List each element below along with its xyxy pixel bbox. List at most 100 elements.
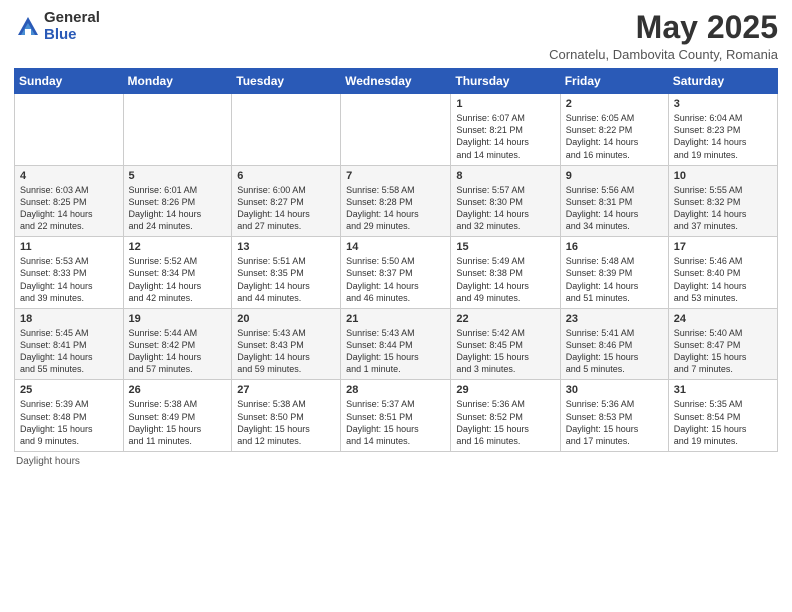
day-info: Sunrise: 5:56 AM Sunset: 8:31 PM Dayligh… — [566, 184, 663, 233]
calendar-cell: 31Sunrise: 5:35 AM Sunset: 8:54 PM Dayli… — [668, 380, 777, 452]
calendar-cell: 2Sunrise: 6:05 AM Sunset: 8:22 PM Daylig… — [560, 94, 668, 166]
day-number: 3 — [674, 98, 772, 110]
footer: Daylight hours — [14, 456, 778, 467]
weekday-header-monday: Monday — [123, 69, 232, 94]
day-info: Sunrise: 5:53 AM Sunset: 8:33 PM Dayligh… — [20, 255, 118, 304]
day-number: 10 — [674, 170, 772, 182]
day-number: 6 — [237, 170, 335, 182]
day-number: 5 — [129, 170, 227, 182]
calendar-cell: 30 Sunrise: 5:36 AM Sunset: 8:53 PM Dayli… — [560, 380, 668, 452]
day-info: Sunrise: 6:04 AM Sunset: 8:23 PM Dayligh… — [674, 112, 772, 161]
day-number: 12 — [129, 241, 227, 253]
day-number: 26 — [129, 384, 227, 396]
calendar-cell: 12 Sunrise: 5:52 AM Sunset: 8:34 PM Dayli… — [123, 237, 232, 309]
weekday-header-thursday: Thursday — [451, 69, 560, 94]
weekday-header-row: SundayMondayTuesdayWednesdayThursdayFrid… — [15, 69, 778, 94]
calendar-cell: 4Sunrise: 6:03 AM Sunset: 8:25 PM Daylig… — [15, 165, 124, 237]
calendar-cell: 7 Sunrise: 5:58 AM Sunset: 8:28 PM Daylig… — [341, 165, 451, 237]
calendar-cell: 24 Sunrise: 5:40 AM Sunset: 8:47 PM Dayli… — [668, 308, 777, 380]
calendar: SundayMondayTuesdayWednesdayThursdayFrid… — [14, 68, 778, 452]
calendar-cell: 23 Sunrise: 5:41 AM Sunset: 8:46 PM Dayli… — [560, 308, 668, 380]
day-number: 21 — [346, 313, 445, 325]
calendar-cell: 8Sunrise: 5:57 AM Sunset: 8:30 PM Daylig… — [451, 165, 560, 237]
day-info: Sunrise: 5:36 AM Sunset: 8:53 PM Dayligh… — [566, 398, 663, 447]
day-info: Sunrise: 5:35 AM Sunset: 8:54 PM Dayligh… — [674, 398, 772, 447]
logo-blue: Blue — [44, 27, 100, 44]
logo-icon — [14, 13, 42, 41]
calendar-cell: 16Sunrise: 5:48 AM Sunset: 8:39 PM Dayli… — [560, 237, 668, 309]
calendar-cell: 20 Sunrise: 5:43 AM Sunset: 8:43 PM Dayli… — [232, 308, 341, 380]
main-title: May 2025 — [549, 10, 778, 45]
day-number: 28 — [346, 384, 445, 396]
day-info: Sunrise: 5:39 AM Sunset: 8:48 PM Dayligh… — [20, 398, 118, 447]
calendar-cell: 25 Sunrise: 5:39 AM Sunset: 8:48 PM Dayli… — [15, 380, 124, 452]
day-number: 30 — [566, 384, 663, 396]
calendar-cell: 14 Sunrise: 5:50 AM Sunset: 8:37 PM Dayli… — [341, 237, 451, 309]
calendar-cell: 13 Sunrise: 5:51 AM Sunset: 8:35 PM Dayli… — [232, 237, 341, 309]
calendar-week-4: 18Sunrise: 5:45 AM Sunset: 8:41 PM Dayli… — [15, 308, 778, 380]
calendar-cell — [15, 94, 124, 166]
day-info: Sunrise: 5:52 AM Sunset: 8:34 PM Dayligh… — [129, 255, 227, 304]
day-info: Sunrise: 5:42 AM Sunset: 8:45 PM Dayligh… — [456, 327, 554, 376]
logo-general: General — [44, 10, 100, 27]
day-number: 20 — [237, 313, 335, 325]
subtitle: Cornatelu, Dambovita County, Romania — [549, 47, 778, 62]
day-info: Sunrise: 6:03 AM Sunset: 8:25 PM Dayligh… — [20, 184, 118, 233]
day-info: Sunrise: 5:41 AM Sunset: 8:46 PM Dayligh… — [566, 327, 663, 376]
day-info: Sunrise: 5:49 AM Sunset: 8:38 PM Dayligh… — [456, 255, 554, 304]
calendar-cell: 29 Sunrise: 5:36 AM Sunset: 8:52 PM Dayli… — [451, 380, 560, 452]
day-number: 11 — [20, 241, 118, 253]
day-number: 15 — [456, 241, 554, 253]
day-number: 1 — [456, 98, 554, 110]
calendar-cell — [123, 94, 232, 166]
calendar-week-5: 25 Sunrise: 5:39 AM Sunset: 8:48 PM Dayli… — [15, 380, 778, 452]
header: General Blue May 2025 Cornatelu, Dambovi… — [14, 10, 778, 62]
day-info: Sunrise: 5:43 AM Sunset: 8:44 PM Dayligh… — [346, 327, 445, 376]
day-number: 29 — [456, 384, 554, 396]
day-info: Sunrise: 5:58 AM Sunset: 8:28 PM Dayligh… — [346, 184, 445, 233]
calendar-cell: 17Sunrise: 5:46 AM Sunset: 8:40 PM Dayli… — [668, 237, 777, 309]
page: General Blue May 2025 Cornatelu, Dambovi… — [0, 0, 792, 612]
logo: General Blue — [14, 10, 100, 43]
day-number: 24 — [674, 313, 772, 325]
calendar-cell: 28 Sunrise: 5:37 AM Sunset: 8:51 PM Dayli… — [341, 380, 451, 452]
day-info: Sunrise: 5:36 AM Sunset: 8:52 PM Dayligh… — [456, 398, 554, 447]
calendar-cell: 11 Sunrise: 5:53 AM Sunset: 8:33 PM Dayli… — [15, 237, 124, 309]
day-info: Sunrise: 5:37 AM Sunset: 8:51 PM Dayligh… — [346, 398, 445, 447]
day-info: Sunrise: 5:44 AM Sunset: 8:42 PM Dayligh… — [129, 327, 227, 376]
calendar-cell: 6Sunrise: 6:00 AM Sunset: 8:27 PM Daylig… — [232, 165, 341, 237]
calendar-cell: 10Sunrise: 5:55 AM Sunset: 8:32 PM Dayli… — [668, 165, 777, 237]
calendar-cell: 3 Sunrise: 6:04 AM Sunset: 8:23 PM Daylig… — [668, 94, 777, 166]
weekday-header-friday: Friday — [560, 69, 668, 94]
weekday-header-sunday: Sunday — [15, 69, 124, 94]
calendar-cell — [232, 94, 341, 166]
day-info: Sunrise: 5:43 AM Sunset: 8:43 PM Dayligh… — [237, 327, 335, 376]
calendar-week-3: 11 Sunrise: 5:53 AM Sunset: 8:33 PM Dayli… — [15, 237, 778, 309]
calendar-cell — [341, 94, 451, 166]
day-number: 7 — [346, 170, 445, 182]
day-number: 25 — [20, 384, 118, 396]
weekday-header-wednesday: Wednesday — [341, 69, 451, 94]
title-block: May 2025 Cornatelu, Dambovita County, Ro… — [549, 10, 778, 62]
calendar-cell: 22 Sunrise: 5:42 AM Sunset: 8:45 PM Dayli… — [451, 308, 560, 380]
calendar-week-1: 1Sunrise: 6:07 AM Sunset: 8:21 PM Daylig… — [15, 94, 778, 166]
day-number: 17 — [674, 241, 772, 253]
day-number: 8 — [456, 170, 554, 182]
day-info: Sunrise: 5:38 AM Sunset: 8:50 PM Dayligh… — [237, 398, 335, 447]
day-number: 9 — [566, 170, 663, 182]
day-info: Sunrise: 5:50 AM Sunset: 8:37 PM Dayligh… — [346, 255, 445, 304]
day-info: Sunrise: 5:48 AM Sunset: 8:39 PM Dayligh… — [566, 255, 663, 304]
day-info: Sunrise: 5:45 AM Sunset: 8:41 PM Dayligh… — [20, 327, 118, 376]
calendar-cell: 1Sunrise: 6:07 AM Sunset: 8:21 PM Daylig… — [451, 94, 560, 166]
calendar-cell: 15 Sunrise: 5:49 AM Sunset: 8:38 PM Dayli… — [451, 237, 560, 309]
day-info: Sunrise: 5:51 AM Sunset: 8:35 PM Dayligh… — [237, 255, 335, 304]
calendar-cell: 27Sunrise: 5:38 AM Sunset: 8:50 PM Dayli… — [232, 380, 341, 452]
day-number: 23 — [566, 313, 663, 325]
day-number: 14 — [346, 241, 445, 253]
calendar-cell: 21 Sunrise: 5:43 AM Sunset: 8:44 PM Dayli… — [341, 308, 451, 380]
calendar-cell: 18Sunrise: 5:45 AM Sunset: 8:41 PM Dayli… — [15, 308, 124, 380]
day-number: 22 — [456, 313, 554, 325]
day-number: 13 — [237, 241, 335, 253]
logo-text: General Blue — [44, 10, 100, 43]
day-info: Sunrise: 5:40 AM Sunset: 8:47 PM Dayligh… — [674, 327, 772, 376]
